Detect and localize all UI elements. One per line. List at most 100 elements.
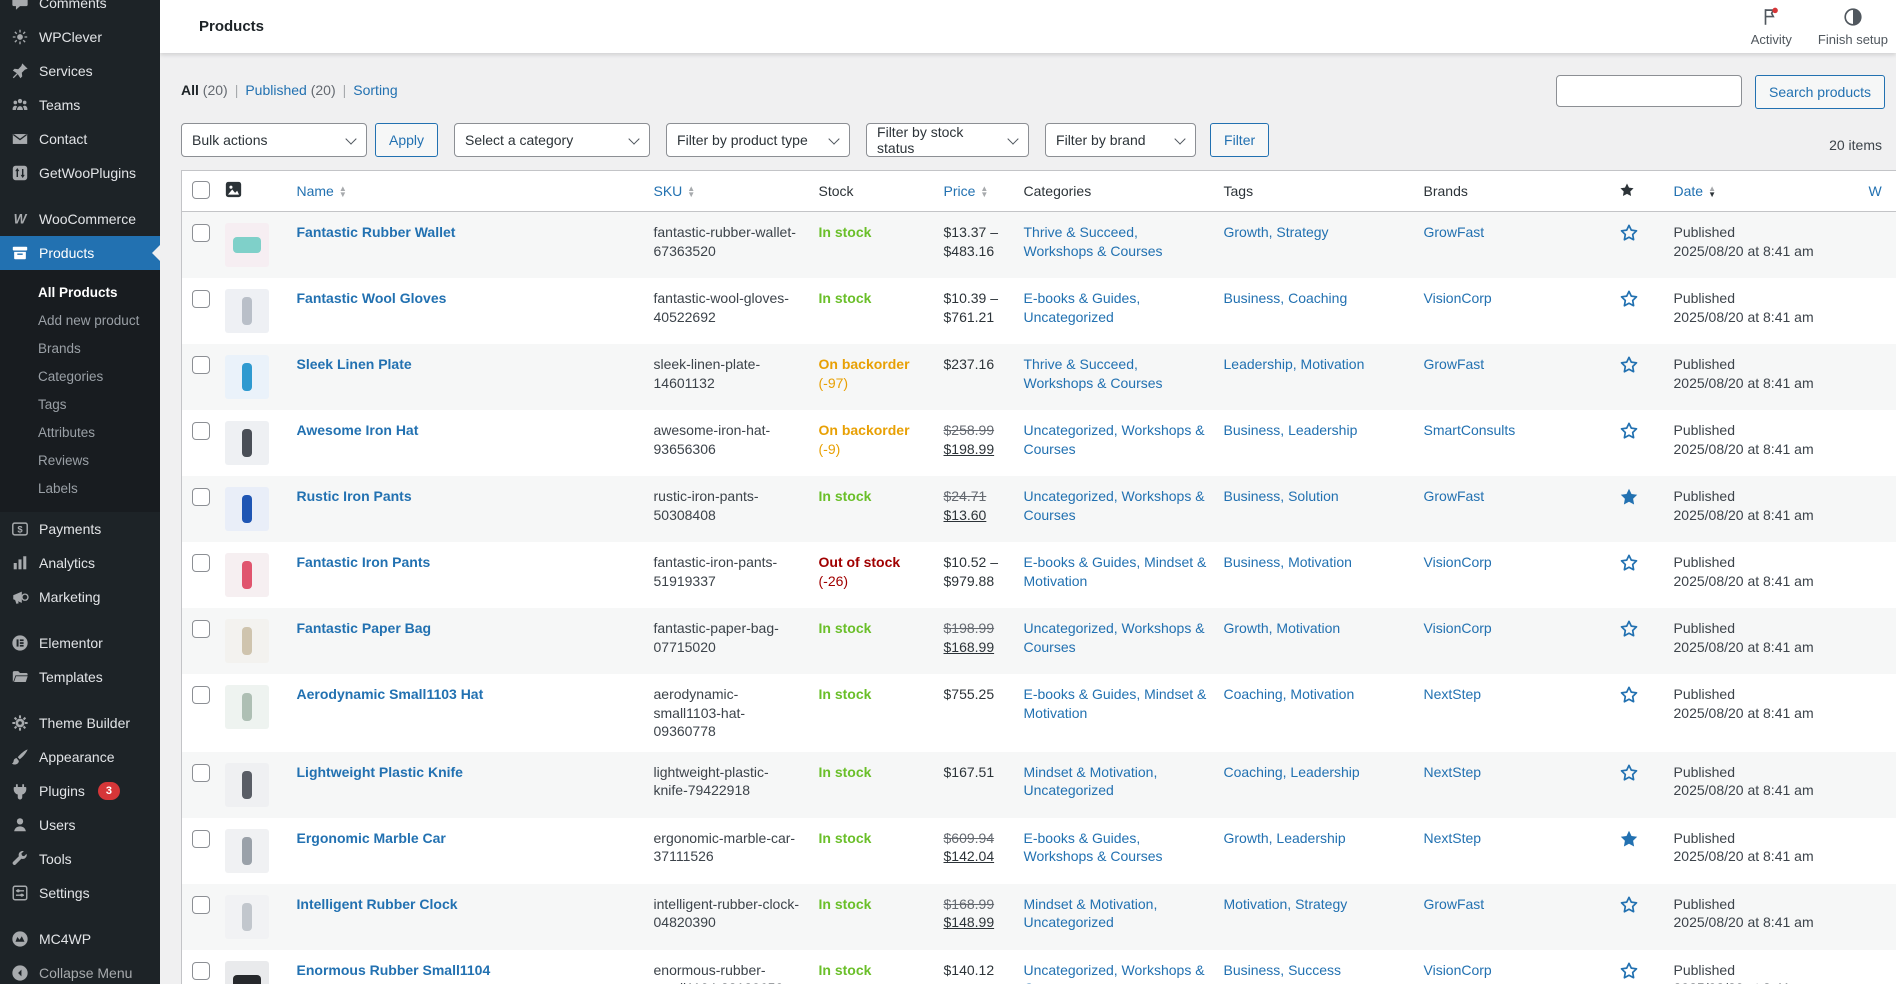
product-thumbnail[interactable] bbox=[225, 553, 269, 597]
sidebar-item-appearance[interactable]: Appearance bbox=[0, 740, 160, 774]
select-all-checkbox[interactable] bbox=[192, 181, 210, 199]
sidebar-item-users[interactable]: Users bbox=[0, 808, 160, 842]
featured-star-outline-icon[interactable] bbox=[1619, 895, 1639, 920]
sidebar-item-woocommerce[interactable]: WWooCommerce bbox=[0, 202, 160, 236]
row-checkbox[interactable] bbox=[192, 422, 210, 440]
featured-star-outline-icon[interactable] bbox=[1619, 961, 1639, 984]
row-checkbox[interactable] bbox=[192, 554, 210, 572]
brand-filter-select[interactable]: Filter by brand bbox=[1045, 123, 1196, 157]
brand-link[interactable]: GrowFast bbox=[1424, 488, 1485, 504]
sidebar-item-wpclever[interactable]: WPClever bbox=[0, 20, 160, 54]
product-thumbnail[interactable] bbox=[225, 421, 269, 465]
brand-link[interactable]: NextStep bbox=[1424, 686, 1482, 702]
brand-link[interactable]: GrowFast bbox=[1424, 896, 1485, 912]
category-links[interactable]: Mindset & Motivation, Uncategorized bbox=[1024, 764, 1158, 799]
sidebar-item-mc4wp[interactable]: MC4WP bbox=[0, 922, 160, 956]
category-links[interactable]: Mindset & Motivation, Uncategorized bbox=[1024, 896, 1158, 931]
row-checkbox[interactable] bbox=[192, 620, 210, 638]
category-links[interactable]: Thrive & Succeed, Workshops & Courses bbox=[1024, 356, 1163, 391]
product-name-link[interactable]: Lightweight Plastic Knife bbox=[297, 764, 463, 780]
row-checkbox[interactable] bbox=[192, 224, 210, 242]
tag-links[interactable]: Business, Motivation bbox=[1224, 554, 1352, 570]
brand-link[interactable]: NextStep bbox=[1424, 830, 1482, 846]
featured-star-outline-icon[interactable] bbox=[1619, 619, 1639, 644]
product-name-link[interactable]: Rustic Iron Pants bbox=[297, 488, 412, 504]
product-thumbnail[interactable] bbox=[225, 289, 269, 333]
activity-button[interactable]: Activity bbox=[1751, 6, 1792, 47]
category-links[interactable]: Uncategorized, Workshops & Courses bbox=[1024, 422, 1205, 457]
featured-star-outline-icon[interactable] bbox=[1619, 763, 1639, 788]
sidebar-item-theme-builder[interactable]: Theme Builder bbox=[0, 706, 160, 740]
featured-star-outline-icon[interactable] bbox=[1619, 223, 1639, 248]
search-input[interactable] bbox=[1556, 75, 1742, 107]
product-type-filter-select[interactable]: Filter by product type bbox=[666, 123, 850, 157]
tag-links[interactable]: Growth, Motivation bbox=[1224, 620, 1341, 636]
tag-links[interactable]: Business, Success bbox=[1224, 962, 1342, 978]
product-name-link[interactable]: Sleek Linen Plate bbox=[297, 356, 412, 372]
brand-link[interactable]: VisionCorp bbox=[1424, 620, 1492, 636]
row-checkbox[interactable] bbox=[192, 488, 210, 506]
row-checkbox[interactable] bbox=[192, 830, 210, 848]
tag-links[interactable]: Business, Solution bbox=[1224, 488, 1339, 504]
sidebar-subitem-all-products[interactable]: All Products bbox=[0, 278, 160, 306]
view-sorting-link[interactable]: Sorting bbox=[353, 82, 397, 98]
sidebar-item-teams[interactable]: Teams bbox=[0, 88, 160, 122]
sidebar-subitem-labels[interactable]: Labels bbox=[0, 474, 160, 502]
tag-links[interactable]: Business, Leadership bbox=[1224, 422, 1358, 438]
view-published-link[interactable]: Published (20) bbox=[245, 82, 335, 98]
stock-status-filter-select[interactable]: Filter by stock status bbox=[866, 123, 1029, 157]
category-links[interactable]: E-books & Guides, Mindset & Motivation bbox=[1024, 554, 1207, 589]
featured-star-filled-icon[interactable] bbox=[1619, 487, 1639, 512]
view-all-link[interactable]: All (20) bbox=[181, 82, 228, 98]
product-thumbnail[interactable] bbox=[225, 685, 269, 729]
category-links[interactable]: E-books & Guides, Workshops & Courses bbox=[1024, 830, 1163, 865]
category-links[interactable]: Uncategorized, Workshops & Courses bbox=[1024, 962, 1205, 984]
sidebar-item-contact[interactable]: Contact bbox=[0, 122, 160, 156]
sidebar-item-products[interactable]: Products bbox=[0, 236, 160, 270]
featured-star-outline-icon[interactable] bbox=[1619, 421, 1639, 446]
apply-button[interactable]: Apply bbox=[375, 123, 438, 157]
category-links[interactable]: E-books & Guides, Mindset & Motivation bbox=[1024, 686, 1207, 721]
category-links[interactable]: Uncategorized, Workshops & Courses bbox=[1024, 620, 1205, 655]
category-filter-select[interactable]: Select a category bbox=[454, 123, 650, 157]
row-checkbox[interactable] bbox=[192, 962, 210, 980]
filter-button[interactable]: Filter bbox=[1210, 123, 1269, 157]
product-thumbnail[interactable] bbox=[225, 895, 269, 939]
product-thumbnail[interactable] bbox=[225, 619, 269, 663]
brand-link[interactable]: VisionCorp bbox=[1424, 962, 1492, 978]
product-thumbnail[interactable] bbox=[225, 961, 269, 984]
tag-links[interactable]: Coaching, Motivation bbox=[1224, 686, 1355, 702]
brand-link[interactable]: NextStep bbox=[1424, 764, 1482, 780]
brand-link[interactable]: VisionCorp bbox=[1424, 554, 1492, 570]
sort-by-sku[interactable]: SKU▲▼ bbox=[654, 183, 696, 199]
row-checkbox[interactable] bbox=[192, 764, 210, 782]
bulk-actions-select[interactable]: Bulk actions bbox=[181, 123, 367, 157]
sidebar-item-payments[interactable]: $Payments bbox=[0, 512, 160, 546]
row-checkbox[interactable] bbox=[192, 686, 210, 704]
sidebar-subitem-categories[interactable]: Categories bbox=[0, 362, 160, 390]
product-name-link[interactable]: Enormous Rubber Small1104 bbox=[297, 962, 491, 978]
tag-links[interactable]: Coaching, Leadership bbox=[1224, 764, 1360, 780]
featured-star-outline-icon[interactable] bbox=[1619, 553, 1639, 578]
row-checkbox[interactable] bbox=[192, 356, 210, 374]
sidebar-item-analytics[interactable]: Analytics bbox=[0, 546, 160, 580]
sort-by-date[interactable]: Date▲▼ bbox=[1674, 183, 1717, 199]
category-links[interactable]: Thrive & Succeed, Workshops & Courses bbox=[1024, 224, 1163, 259]
featured-star-outline-icon[interactable] bbox=[1619, 355, 1639, 380]
sidebar-item-marketing[interactable]: Marketing bbox=[0, 580, 160, 614]
sidebar-item-collapse-menu[interactable]: Collapse Menu bbox=[0, 956, 160, 984]
product-name-link[interactable]: Fantastic Rubber Wallet bbox=[297, 224, 456, 240]
product-name-link[interactable]: Fantastic Iron Pants bbox=[297, 554, 431, 570]
product-name-link[interactable]: Fantastic Paper Bag bbox=[297, 620, 432, 636]
row-checkbox[interactable] bbox=[192, 290, 210, 308]
tag-links[interactable]: Business, Coaching bbox=[1224, 290, 1348, 306]
product-thumbnail[interactable] bbox=[225, 223, 269, 267]
sidebar-subitem-tags[interactable]: Tags bbox=[0, 390, 160, 418]
brand-link[interactable]: GrowFast bbox=[1424, 224, 1485, 240]
tag-links[interactable]: Growth, Strategy bbox=[1224, 224, 1329, 240]
product-name-link[interactable]: Aerodynamic Small1103 Hat bbox=[297, 686, 484, 702]
sidebar-item-comments[interactable]: Comments bbox=[0, 0, 160, 20]
product-thumbnail[interactable] bbox=[225, 763, 269, 807]
product-name-link[interactable]: Fantastic Wool Gloves bbox=[297, 290, 447, 306]
sidebar-item-templates[interactable]: Templates bbox=[0, 660, 160, 694]
